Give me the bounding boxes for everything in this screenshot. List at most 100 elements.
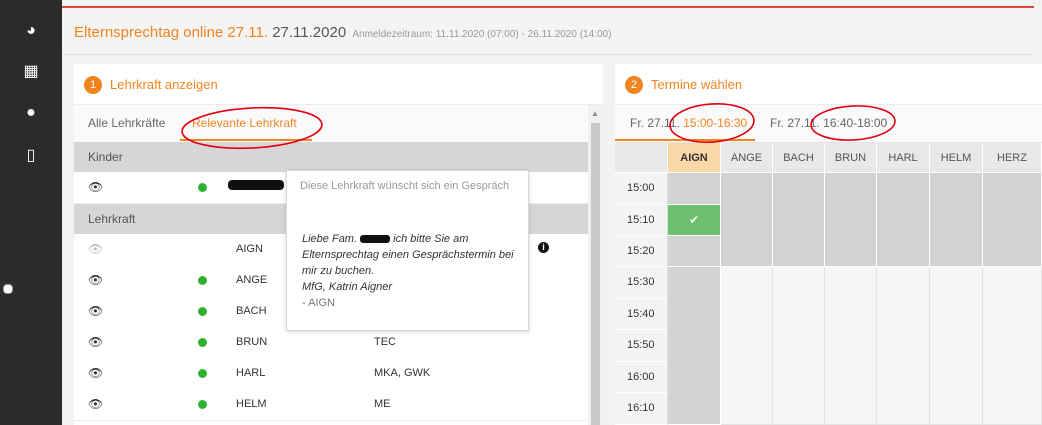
active-tab-indicator bbox=[615, 139, 755, 141]
time-label: 15:10 bbox=[615, 205, 668, 236]
tab-slot-2-time: 16:40-18:00 bbox=[823, 116, 888, 130]
teacher-request-tooltip: Diese Lehrkraft wünscht sich ein Gespräc… bbox=[286, 170, 529, 331]
teacher-subjects: TEC bbox=[374, 336, 396, 348]
column-header[interactable]: AIGN bbox=[668, 143, 721, 173]
eye-icon[interactable]: 👁 bbox=[88, 180, 103, 194]
active-tab-indicator bbox=[180, 139, 312, 141]
teacher-panel-header: 1 Lehrkraft anzeigen bbox=[74, 64, 603, 105]
tab-relevant-teachers[interactable]: Relevante Lehrkraft bbox=[192, 116, 297, 130]
check-icon: ✔ bbox=[688, 213, 700, 227]
teacher-subjects: ME bbox=[374, 398, 391, 410]
tooltip-headline: Diese Lehrkraft wünscht sich ein Gespräc… bbox=[300, 180, 510, 192]
slots-free-bach[interactable] bbox=[773, 267, 825, 425]
section-kinder: Kinder bbox=[74, 142, 588, 172]
scrollbar-thumb[interactable] bbox=[591, 123, 600, 425]
status-dot bbox=[198, 369, 207, 378]
appointment-panel: 2 Termine wählen Fr. 27.11. 15:00-16:30 … bbox=[615, 64, 1042, 425]
column-header[interactable]: ANGE bbox=[721, 143, 773, 173]
teacher-panel-title: Lehrkraft anzeigen bbox=[110, 77, 218, 92]
page-header: Elternsprechtag online 27.11. 27.11.2020… bbox=[62, 8, 1034, 55]
status-dot bbox=[198, 338, 207, 347]
redacted-family-name bbox=[360, 235, 391, 244]
teacher-code: HARL bbox=[236, 367, 266, 379]
slot-unavailable bbox=[668, 236, 721, 267]
teacher-code: HELM bbox=[236, 398, 267, 410]
slots-unavailable-brun bbox=[825, 173, 877, 267]
tab-slot-2-day: Fr. 27.11. bbox=[770, 116, 820, 130]
info-icon[interactable]: i bbox=[538, 242, 549, 253]
teacher-row[interactable]: 👁 BRUN TEC bbox=[74, 327, 588, 359]
step-badge-1: 1 bbox=[84, 76, 102, 94]
book-icon[interactable]: ▯ bbox=[0, 138, 62, 172]
title-date: 27.11.2020 bbox=[272, 24, 347, 41]
eye-icon[interactable]: 👁 bbox=[88, 366, 103, 380]
teacher-tabs: Alle Lehrkräfte Relevante Lehrkraft bbox=[74, 105, 603, 143]
eye-icon[interactable]: 👁 bbox=[88, 335, 103, 349]
status-dot bbox=[198, 400, 207, 409]
collapse-handle[interactable] bbox=[3, 284, 13, 294]
time-label: 15:00 bbox=[615, 173, 668, 205]
chat-icon[interactable]: ● bbox=[0, 96, 62, 130]
slots-free-harl[interactable] bbox=[877, 267, 930, 425]
tab-slot-1[interactable]: Fr. 27.11. 15:00-16:30 bbox=[630, 116, 747, 130]
time-label: 15:50 bbox=[615, 330, 668, 362]
calendar-icon[interactable]: ▦ bbox=[0, 54, 62, 88]
time-label: 16:00 bbox=[615, 362, 668, 393]
teacher-row[interactable]: 👁 HARL MKA, GWK bbox=[74, 358, 588, 390]
sidebar: ◕ ▦ ● ▯ bbox=[0, 0, 62, 425]
tab-slot-2[interactable]: Fr. 27.11. 16:40-18:00 bbox=[770, 116, 887, 130]
teacher-code: ANGE bbox=[236, 274, 268, 286]
eye-icon[interactable]: 👁 bbox=[88, 397, 103, 411]
slots-free-helm[interactable] bbox=[930, 267, 983, 425]
section-kinder-label: Kinder bbox=[88, 150, 123, 164]
slots-unavailable-bach bbox=[773, 173, 825, 267]
slot-unavailable bbox=[668, 173, 721, 205]
timeslot-tabs: Fr. 27.11. 15:00-16:30 Fr. 27.11. 16:40-… bbox=[615, 105, 1042, 143]
registration-period: Anmeldezeitraum: 11.11.2020 (07:00) - 26… bbox=[352, 29, 612, 40]
teacher-code: BACH bbox=[236, 305, 267, 317]
eye-icon[interactable]: 👁 bbox=[88, 273, 103, 287]
slot-column-aign[interactable] bbox=[668, 267, 721, 425]
column-header[interactable]: HELM bbox=[930, 143, 983, 173]
status-dot bbox=[198, 276, 207, 285]
dashboard-icon[interactable]: ◕ bbox=[0, 14, 62, 48]
slots-unavailable-harl bbox=[877, 173, 930, 267]
time-label: 15:20 bbox=[615, 236, 668, 267]
slots-unavailable-helm bbox=[930, 173, 983, 267]
tooltip-message: Liebe Fam. ich bitte Sie am Elternsprech… bbox=[302, 231, 517, 295]
slots-unavailable-herz bbox=[983, 173, 1042, 267]
title-text: Elternsprechtag online 27.11. bbox=[74, 24, 269, 41]
appointment-panel-header: 2 Termine wählen bbox=[615, 64, 1042, 105]
slots-free-brun[interactable] bbox=[825, 267, 877, 425]
column-header[interactable]: HERZ bbox=[983, 143, 1042, 173]
tooltip-message-closing: MfG, Katrin Aigner bbox=[302, 281, 393, 293]
slots-free-ange[interactable] bbox=[721, 267, 773, 425]
eye-icon[interactable]: 👁 bbox=[88, 242, 103, 256]
column-header[interactable]: BRUN bbox=[825, 143, 877, 173]
slots-unavailable-ange bbox=[721, 173, 773, 267]
teacher-code: BRUN bbox=[236, 336, 268, 348]
appointment-panel-title: Termine wählen bbox=[651, 77, 743, 92]
time-label: 15:30 bbox=[615, 267, 668, 299]
slots-free-herz[interactable] bbox=[983, 267, 1042, 425]
column-header[interactable]: HARL bbox=[877, 143, 930, 173]
eye-icon[interactable]: 👁 bbox=[88, 304, 103, 318]
scrollbar[interactable]: ▲ bbox=[588, 105, 603, 425]
tab-all-teachers[interactable]: Alle Lehrkräfte bbox=[88, 116, 165, 130]
time-label: 15:40 bbox=[615, 299, 668, 330]
page-title: Elternsprechtag online 27.11. 27.11.2020… bbox=[74, 24, 611, 41]
tab-slot-1-time: 15:00-16:30 bbox=[683, 116, 748, 130]
teacher-code: AIGN bbox=[236, 243, 263, 255]
scroll-up-icon[interactable]: ▲ bbox=[591, 109, 599, 118]
tab-slot-1-day: Fr. 27.11. bbox=[630, 116, 680, 130]
section-lehrkraft-label: Lehrkraft bbox=[88, 212, 136, 226]
slot-booked[interactable]: ✔ bbox=[668, 205, 721, 236]
time-label: 16:10 bbox=[615, 393, 668, 425]
status-dot bbox=[198, 307, 207, 316]
column-header[interactable]: BACH bbox=[773, 143, 825, 173]
step-badge-2: 2 bbox=[625, 76, 643, 94]
teacher-row[interactable]: 👁 HELM ME bbox=[74, 389, 588, 421]
tooltip-message-start: Liebe Fam. bbox=[302, 233, 358, 245]
status-dot bbox=[198, 183, 207, 192]
grid-corner bbox=[615, 143, 668, 173]
